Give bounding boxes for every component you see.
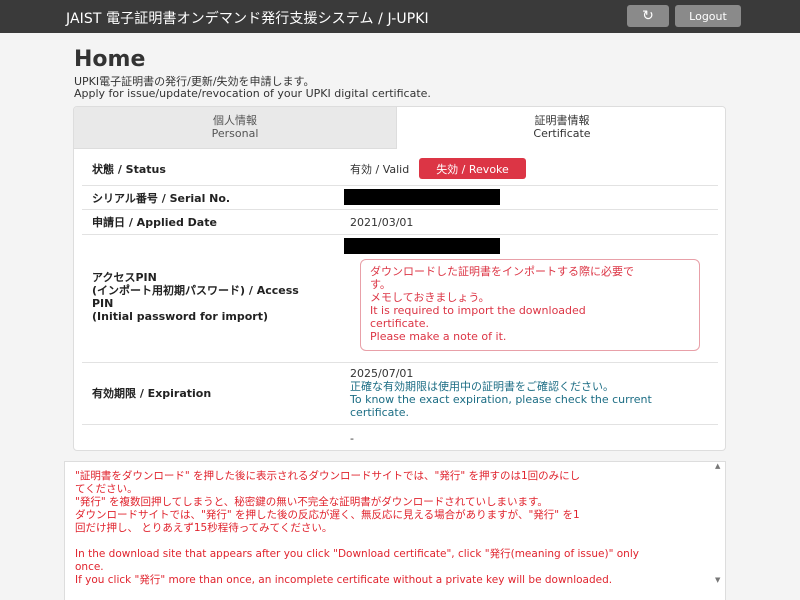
notice-line: 回だけ押し、 とりあえず15秒程待ってみてください。 [75,522,333,534]
tab-personal-en: Personal [211,127,259,140]
refresh-button[interactable]: ↻ [627,5,669,27]
notice-line: "証明書をダウンロード" を押した後に表示されるダウンロードサイトでは、"発行"… [75,470,581,482]
certificate-card: 個人情報 Personal 証明書情報 Certificate 状態 / Sta… [73,106,726,451]
serial-redacted [344,189,500,205]
pin-note-line: certificate. [370,317,430,330]
scroll-down-icon[interactable]: ▼ [715,576,720,584]
pin-note-line: It is required to import the downloaded [370,304,586,317]
tab-personal-ja: 個人情報 [213,114,257,127]
access-pin-row: アクセスPIN (インポート用初期パスワード) / Access PIN (In… [82,235,718,363]
applied-date-row: 申請日 / Applied Date 2021/03/01 [82,210,718,235]
top-navbar: JAIST 電子証明書オンデマンド発行支援システム / J-UPKI ↻ Log… [0,0,800,33]
status-value: 有効 / Valid [350,163,410,176]
access-pin-warning: ダウンロードした証明書をインポートする際に必要で す。 メモしておきましょう。 … [360,259,700,351]
notice-line: In the download site that appears after … [75,548,639,560]
serial-row: シリアル番号 / Serial No. [82,186,718,210]
scroll-up-icon[interactable]: ▲ [715,462,720,470]
pin-note-line: す。 [370,278,391,291]
applied-date-value: 2021/03/01 [350,216,414,229]
expiration-note-line: 正確な有効期限は使用中の証明書をご確認ください。 [350,380,614,393]
serial-label: シリアル番号 / Serial No. [92,192,231,205]
notice-line: ダウンロードサイトでは、"発行" を押した後の反応が遅く、無反応に見える場合があ… [75,509,580,521]
tab-certificate-ja: 証明書情報 [534,114,590,127]
expiration-row: 有効期限 / Expiration 2025/07/01 正確な有効期限は使用中… [82,363,718,425]
access-pin-label-line: (Initial password for import) [92,310,268,323]
access-pin-label-line: PIN [92,297,114,310]
logout-button[interactable]: Logout [675,5,741,27]
access-pin-label-line: (インポート用初期パスワード) / Access [92,284,299,297]
notice-line: once. [75,561,104,573]
expiration-note-line: To know the exact expiration, please che… [350,393,652,406]
expiration-label: 有効期限 / Expiration [92,387,212,400]
access-pin-label-line: アクセスPIN [92,271,157,284]
page-title: Home [74,47,146,72]
expiration-value: 2025/07/01 [350,367,414,380]
notice-line: "発行" を複数回押してしまうと、秘密鍵の無い不完全な証明書がダウンロードされて… [75,496,548,508]
applied-date-label: 申請日 / Applied Date [92,216,217,229]
intro-text-en: Apply for issue/update/revocation of you… [74,87,431,100]
pin-note-line: メモしておきましょう。 [370,291,490,304]
expiration-note-line: certificate. [350,406,410,419]
tab-certificate-en: Certificate [533,127,591,140]
pin-note-line: Please make a note of it. [370,330,507,343]
extra-value: - [350,432,354,445]
download-notice-text: "証明書をダウンロード" を押した後に表示されるダウンロードサイトでは、"発行"… [75,470,705,587]
status-row: 状態 / Status 有効 / Valid 失効 / Revoke [82,152,718,186]
access-pin-label: アクセスPIN (インポート用初期パスワード) / Access PIN (In… [92,271,342,323]
extra-row: - [82,425,718,450]
tab-certificate[interactable]: 証明書情報 Certificate [397,107,725,149]
expiration-block: 2025/07/01 正確な有効期限は使用中の証明書をご確認ください。 To k… [350,367,710,419]
refresh-icon: ↻ [642,8,654,24]
revoke-button[interactable]: 失効 / Revoke [419,158,526,179]
pin-note-line: ダウンロードした証明書をインポートする際に必要で [370,265,634,278]
status-label: 状態 / Status [92,163,166,176]
app-title: JAIST 電子証明書オンデマンド発行支援システム / J-UPKI [66,11,429,27]
notice-line: てください。 [75,483,138,495]
tab-personal[interactable]: 個人情報 Personal [74,107,397,149]
access-pin-redacted [344,238,500,254]
notice-spacer [75,535,705,548]
notice-line: If you click "発行" more than once, an inc… [75,574,613,586]
download-notice[interactable]: "証明書をダウンロード" を押した後に表示されるダウンロードサイトでは、"発行"… [64,461,726,600]
